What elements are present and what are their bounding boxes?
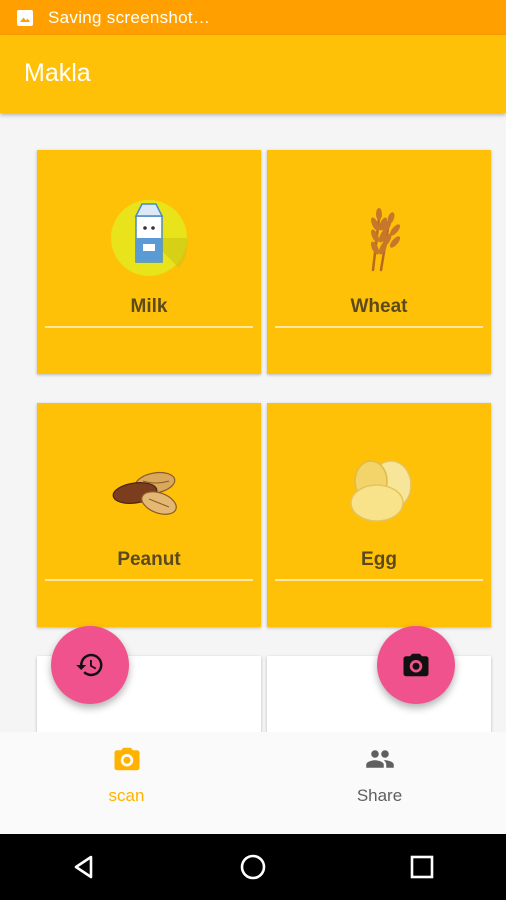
- status-text: Saving screenshot…: [48, 7, 211, 27]
- card-peanut[interactable]: Peanut: [37, 403, 261, 627]
- card-divider: [275, 579, 483, 581]
- card-divider: [45, 326, 253, 328]
- nav-item-scan[interactable]: scan: [0, 732, 253, 834]
- card-egg[interactable]: Egg: [267, 403, 491, 627]
- milk-carton-icon: [111, 200, 188, 276]
- card-label: Milk: [130, 296, 168, 317]
- camera-icon: [114, 747, 139, 771]
- recents-button[interactable]: [392, 842, 452, 892]
- back-button[interactable]: [54, 842, 114, 892]
- card-label: Peanut: [117, 549, 181, 570]
- card-wheat[interactable]: Wheat: [267, 150, 491, 374]
- card-label: Wheat: [350, 296, 408, 317]
- egg-icon: [350, 460, 412, 522]
- camera-icon: [403, 653, 429, 677]
- peanut-icon: [112, 471, 177, 515]
- pig-icon: [99, 694, 199, 732]
- card-divider: [45, 579, 253, 581]
- home-icon: [240, 854, 266, 880]
- history-icon: [76, 653, 103, 677]
- image-icon: [17, 9, 33, 26]
- wheat-icon: [370, 208, 401, 272]
- card-label: Egg: [361, 549, 397, 570]
- nav-item-share[interactable]: Share: [253, 732, 506, 834]
- card-divider: [275, 326, 483, 328]
- bottom-navigation: scan Share: [0, 732, 506, 834]
- back-icon: [75, 855, 93, 879]
- people-icon: [365, 750, 394, 768]
- system-navigation-bar: [0, 834, 506, 900]
- app-title: Makla: [24, 59, 91, 87]
- recents-icon: [410, 855, 433, 879]
- app-bar: Makla: [0, 35, 506, 113]
- home-button[interactable]: [223, 842, 283, 892]
- status-bar: Saving screenshot…: [0, 0, 506, 35]
- card-milk[interactable]: Milk: [37, 150, 261, 374]
- nav-label-share: Share: [356, 786, 403, 805]
- history-fab[interactable]: [51, 626, 129, 704]
- nav-label-scan: scan: [108, 786, 145, 805]
- camera-fab[interactable]: [377, 626, 455, 704]
